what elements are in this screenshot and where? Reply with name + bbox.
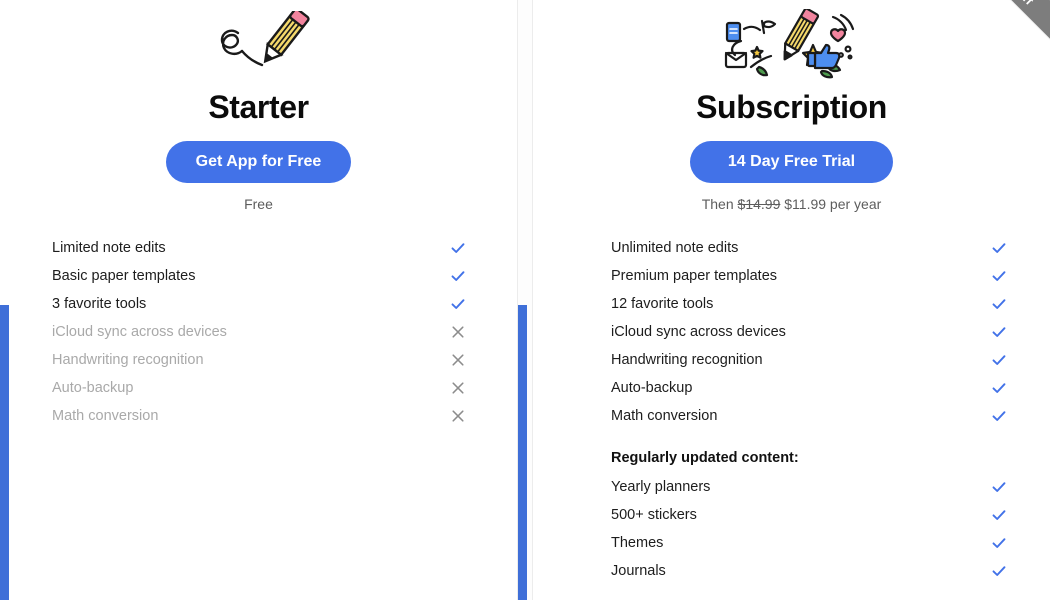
- feature-row: Handwriting recognition: [611, 346, 1008, 374]
- feature-label: Journals: [611, 563, 666, 580]
- plan-card-subscription: 0% off: [532, 0, 1050, 600]
- scrollbar-starter[interactable]: [0, 0, 9, 600]
- feature-row: Basic paper templates: [52, 262, 467, 290]
- pricing-comparison-screen: Starter Get App for Free Free Limited no…: [0, 0, 1050, 600]
- scrollbar-thumb-subscription[interactable]: [518, 305, 527, 600]
- pencil-celebration-doodle-icon: [533, 9, 1050, 88]
- feature-list-subscription: Unlimited note edits Premium paper templa…: [533, 234, 1050, 430]
- feature-row: Auto-backup: [52, 374, 467, 402]
- feature-label: 500+ stickers: [611, 507, 697, 524]
- check-icon: [990, 507, 1008, 523]
- price-original: $14.99: [737, 196, 781, 213]
- feature-label: Auto-backup: [611, 380, 693, 397]
- price-prefix: Then: [701, 196, 734, 213]
- feature-label: Yearly planners: [611, 479, 711, 496]
- feature-label: Auto-backup: [52, 380, 134, 397]
- scrollbar-subscription[interactable]: [518, 0, 527, 600]
- updated-content-heading: Regularly updated content:: [611, 450, 799, 467]
- cross-icon: [449, 408, 467, 424]
- check-icon: [449, 240, 467, 256]
- free-trial-button[interactable]: 14 Day Free Trial: [689, 141, 894, 184]
- pencil-doodle-icon: [0, 10, 517, 88]
- feature-label: Basic paper templates: [52, 268, 196, 285]
- cross-icon: [449, 352, 467, 368]
- starter-price-value: Free: [244, 196, 273, 213]
- check-icon: [990, 296, 1008, 312]
- starter-card-header: Starter Get App for Free Free: [0, 0, 517, 212]
- cross-icon: [449, 324, 467, 340]
- feature-label: Unlimited note edits: [611, 240, 739, 257]
- feature-row: Themes: [611, 529, 1008, 557]
- feature-label: 3 favorite tools: [52, 296, 147, 313]
- price-period: per year: [829, 196, 882, 213]
- cross-icon: [449, 380, 467, 396]
- feature-label: iCloud sync across devices: [52, 324, 227, 341]
- check-icon: [990, 240, 1008, 256]
- feature-label: Premium paper templates: [611, 268, 778, 285]
- check-icon: [990, 479, 1008, 495]
- check-icon: [990, 324, 1008, 340]
- get-app-for-free-button[interactable]: Get App for Free: [165, 141, 352, 184]
- feature-row: Yearly planners: [611, 473, 1008, 501]
- feature-label: Math conversion: [611, 408, 718, 425]
- plan-card-starter: Starter Get App for Free Free Limited no…: [0, 0, 518, 600]
- feature-row: Auto-backup: [611, 374, 1008, 402]
- feature-row: Limited note edits: [52, 234, 467, 262]
- plan-title-starter: Starter: [208, 89, 309, 125]
- check-icon: [449, 296, 467, 312]
- feature-row: Math conversion: [52, 402, 467, 430]
- feature-row: Unlimited note edits: [611, 234, 1008, 262]
- feature-row: Handwriting recognition: [52, 346, 467, 374]
- updated-content-section: Regularly updated content: Yearly planne…: [533, 450, 1050, 585]
- check-icon: [990, 563, 1008, 579]
- feature-row: 12 favorite tools: [611, 290, 1008, 318]
- feature-label: Handwriting recognition: [611, 352, 763, 369]
- scrollbar-thumb-starter[interactable]: [0, 305, 9, 600]
- starter-price-note: Free: [0, 196, 517, 212]
- subscription-card-header: Subscription 14 Day Free Trial Then $14.…: [533, 0, 1050, 212]
- check-icon: [990, 268, 1008, 284]
- feature-row: Math conversion: [611, 402, 1008, 430]
- feature-list-starter: Limited note edits Basic paper templates 3…: [0, 234, 517, 430]
- feature-row: Journals: [611, 557, 1008, 585]
- check-icon: [990, 408, 1008, 424]
- feature-label: 12 favorite tools: [611, 296, 714, 313]
- subscription-price-note: Then $14.99 $11.99 per year: [533, 196, 1050, 212]
- price-current: $11.99: [784, 196, 827, 213]
- check-icon: [449, 268, 467, 284]
- feature-row: iCloud sync across devices: [611, 318, 1008, 346]
- feature-label: iCloud sync across devices: [611, 324, 786, 341]
- updated-content-list: Yearly planners 500+ stickers Themes Journa…: [611, 473, 1008, 585]
- feature-label: Limited note edits: [52, 240, 166, 257]
- check-icon: [990, 380, 1008, 396]
- check-icon: [990, 352, 1008, 368]
- plan-title-subscription: Subscription: [696, 89, 887, 125]
- feature-label: Math conversion: [52, 408, 159, 425]
- feature-row: 500+ stickers: [611, 501, 1008, 529]
- feature-label: Handwriting recognition: [52, 352, 204, 369]
- feature-row: iCloud sync across devices: [52, 318, 467, 346]
- feature-row: 3 favorite tools: [52, 290, 467, 318]
- feature-row: Premium paper templates: [611, 262, 1008, 290]
- feature-label: Themes: [611, 535, 664, 552]
- check-icon: [990, 535, 1008, 551]
